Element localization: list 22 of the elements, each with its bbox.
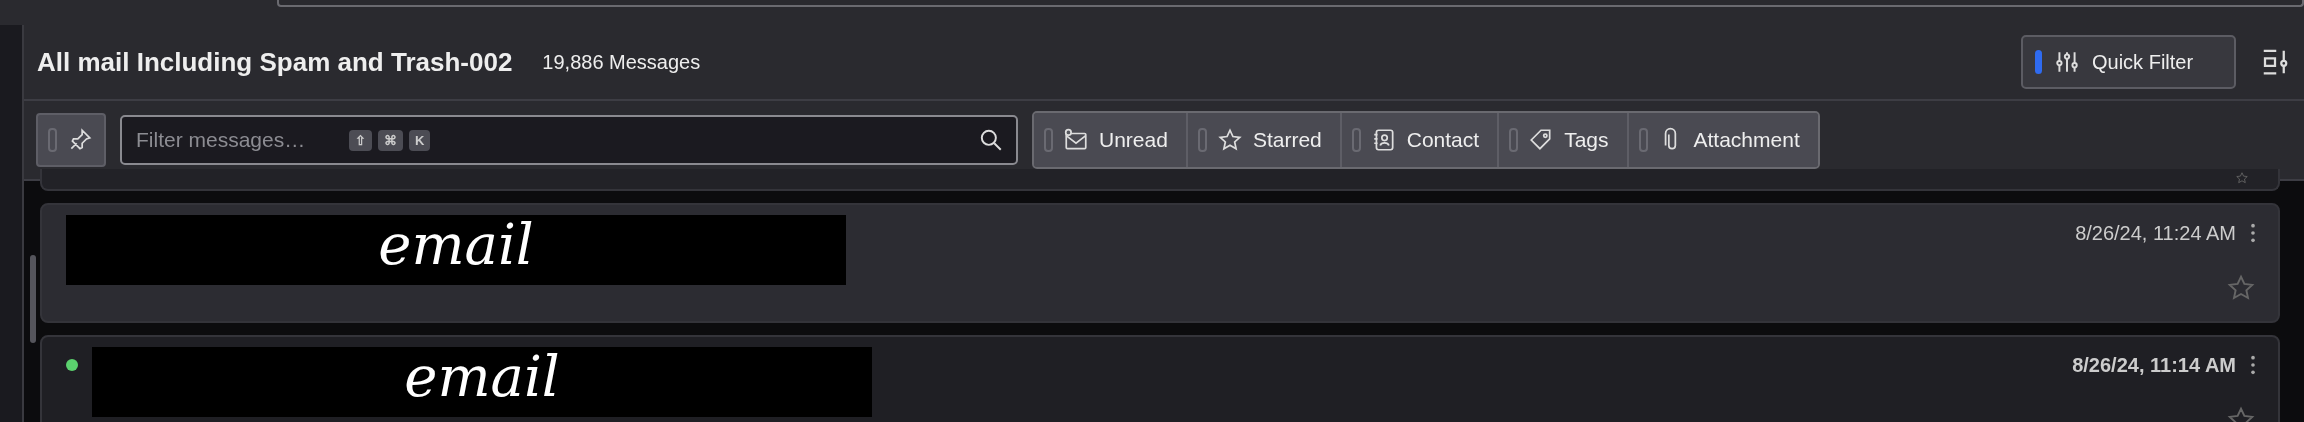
shortcut-key: ⌘ [378,129,403,151]
redaction-label: email [66,215,846,285]
message-card[interactable]: email 8/26/24, 11:24 AM [40,203,2280,323]
envelope-icon [1063,127,1089,153]
filter-field[interactable]: Filter messages… [134,127,343,153]
sliders-icon [2054,49,2080,75]
message-date: 8/26/24, 11:14 AM [2072,353,2236,377]
shortcut-key: K [409,129,431,151]
star-icon [1216,127,1243,153]
more-icon[interactable] [2250,222,2256,244]
unread-filter-button[interactable]: Unread [1034,113,1188,167]
search-icon [978,127,1004,153]
scrollbar[interactable] [30,255,36,343]
more-icon[interactable] [2250,354,2256,376]
redaction-label: email [92,347,872,417]
message-count: 19,886 Messages [542,50,701,74]
shortcut-key: ⇧ [349,129,372,151]
pin-button[interactable] [36,113,106,167]
message-date: 8/26/24, 11:24 AM [2075,221,2236,245]
folder-title: All mail Including Spam and Trash-002 [37,46,513,78]
quick-filter-button[interactable]: Quick Filter [2021,35,2236,89]
message-card[interactable]: email 8/26/24, 11:14 AM [40,335,2280,422]
